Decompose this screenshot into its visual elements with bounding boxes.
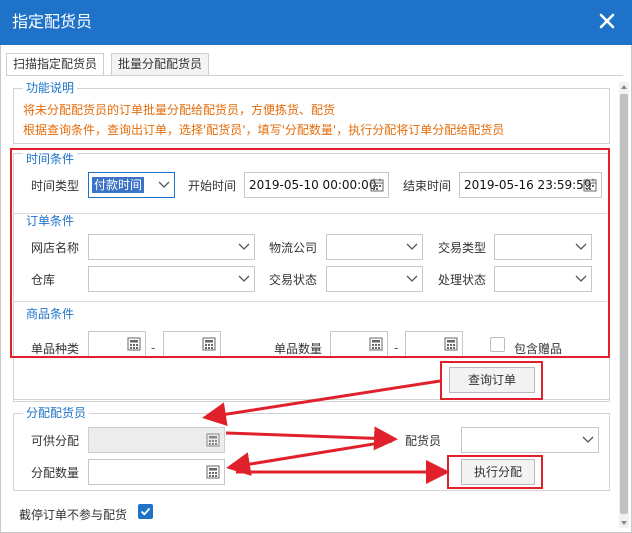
scroll-down-icon[interactable] <box>619 518 629 528</box>
available-input <box>88 427 225 453</box>
section-divider <box>13 301 607 302</box>
function-desc-line2: 根据查询条件，查询出订单，选择'配货员'，填写'分配数量'，执行分配将订单分配给… <box>23 123 505 137</box>
process-status-label: 处理状态 <box>438 273 487 287</box>
assign-quantity-input[interactable] <box>88 459 225 485</box>
pause-orders-label: 截停订单不参与配货 <box>19 508 128 522</box>
sku-kinds-min-input[interactable] <box>88 331 146 357</box>
query-orders-button[interactable]: 查询订单 <box>449 367 535 393</box>
dialog-title: 指定配货员 <box>12 12 93 31</box>
logistics-label: 物流公司 <box>269 241 318 255</box>
time-cond-legend: 时间条件 <box>23 152 78 166</box>
dialog-body: 扫描指定配货员 批量分配配货员 功能说明 将未分配配货员的订单批量分配给配货员，… <box>0 45 632 533</box>
sku-kinds-max-input[interactable] <box>163 331 221 357</box>
shop-name-label: 网店名称 <box>31 241 80 255</box>
chevron-down-icon <box>238 275 250 283</box>
end-time-value: 2019-05-16 23:59:59 <box>464 178 592 192</box>
assign-legend: 分配配货员 <box>23 406 90 420</box>
include-gift-checkbox[interactable] <box>490 337 505 352</box>
warehouse-label: 仓库 <box>31 273 56 287</box>
execute-assign-button[interactable]: 执行分配 <box>461 459 535 485</box>
sku-qty-min-input[interactable] <box>330 331 388 357</box>
tab-scan-assign[interactable]: 扫描指定配货员 <box>6 53 105 76</box>
chevron-down-icon <box>582 436 594 444</box>
picker-select[interactable] <box>461 427 599 453</box>
calculator-icon <box>206 465 220 479</box>
end-time-input[interactable]: 2019-05-16 23:59:59 <box>459 172 602 198</box>
order-cond-legend: 订单条件 <box>23 214 78 228</box>
function-desc-line1: 将未分配配货员的订单批量分配给配货员，方便拣货、配货 <box>23 103 336 117</box>
tab-batch-assign[interactable]: 批量分配配货员 <box>111 53 210 76</box>
scrollbar-thumb[interactable] <box>620 94 628 514</box>
start-time-label: 开始时间 <box>188 179 237 193</box>
scroll-up-icon[interactable] <box>619 82 629 92</box>
function-desc-legend: 功能说明 <box>23 81 78 95</box>
chevron-down-icon <box>238 243 250 251</box>
pause-orders-checkbox[interactable] <box>138 504 153 519</box>
time-type-value: 付款时间 <box>92 177 145 193</box>
end-time-label: 结束时间 <box>403 179 452 193</box>
chevron-down-icon <box>406 275 418 283</box>
include-gift-label: 包含赠品 <box>514 342 563 356</box>
time-type-label: 时间类型 <box>31 179 80 193</box>
goods-cond-legend: 商品条件 <box>23 307 78 321</box>
section-divider <box>13 213 607 214</box>
sku-qty-label: 单品数量 <box>274 342 323 356</box>
chevron-down-icon <box>575 275 587 283</box>
calculator-icon <box>206 433 220 447</box>
trade-type-label: 交易类型 <box>438 241 487 255</box>
dialog-title-bar: 指定配货员 <box>0 0 632 45</box>
calculator-icon <box>444 337 458 351</box>
chevron-down-icon <box>575 243 587 251</box>
picker-label: 配货员 <box>405 434 442 448</box>
close-icon[interactable] <box>596 10 618 32</box>
trade-status-select[interactable] <box>326 266 423 292</box>
chevron-down-icon <box>158 181 170 189</box>
range-separator: - <box>394 341 399 355</box>
calendar-icon[interactable] <box>583 178 597 192</box>
range-separator: - <box>151 341 156 355</box>
logistics-select[interactable] <box>326 234 423 260</box>
calculator-icon <box>202 337 216 351</box>
time-type-select[interactable]: 付款时间 <box>88 172 175 198</box>
check-icon <box>140 507 151 516</box>
trade-status-label: 交易状态 <box>269 273 318 287</box>
quantity-label: 分配数量 <box>31 466 80 480</box>
vertical-scrollbar[interactable] <box>619 82 629 528</box>
start-time-value: 2019-05-10 00:00:00 <box>249 178 377 192</box>
start-time-input[interactable]: 2019-05-10 00:00:00 <box>244 172 389 198</box>
calculator-icon <box>127 337 141 351</box>
sku-kinds-label: 单品种类 <box>31 342 80 356</box>
warehouse-select[interactable] <box>88 266 255 292</box>
tab-divider <box>6 75 623 76</box>
trade-type-select[interactable] <box>494 234 592 260</box>
sku-qty-max-input[interactable] <box>405 331 463 357</box>
process-status-select[interactable] <box>494 266 592 292</box>
chevron-down-icon <box>406 243 418 251</box>
available-label: 可供分配 <box>31 434 80 448</box>
shop-name-select[interactable] <box>88 234 255 260</box>
calendar-icon[interactable] <box>370 178 384 192</box>
calculator-icon <box>369 337 383 351</box>
